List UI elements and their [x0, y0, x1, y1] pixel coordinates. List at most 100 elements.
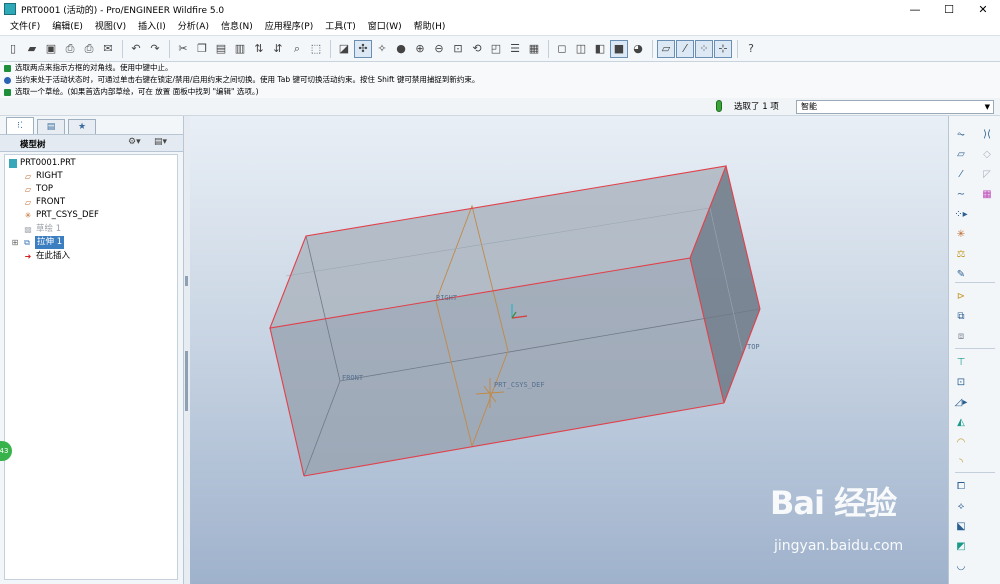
- paste-special-icon[interactable]: ▥: [231, 40, 249, 58]
- find-icon[interactable]: ⌕: [288, 40, 306, 58]
- saved-views-icon[interactable]: ◰: [487, 40, 505, 58]
- analysis-tool-icon[interactable]: ⚖: [953, 246, 969, 262]
- group-tool-icon[interactable]: ⧈: [953, 328, 969, 344]
- datum-points-icon[interactable]: ⁘: [695, 39, 713, 58]
- copy-icon[interactable]: ❐: [193, 40, 211, 58]
- menu-view[interactable]: 视图(V): [89, 18, 132, 36]
- extrude-tool-icon[interactable]: ⊤: [953, 354, 969, 370]
- layers-icon[interactable]: ☰: [506, 40, 524, 58]
- tree-item-part[interactable]: PRT0001.PRT: [9, 157, 76, 170]
- trim-tool-icon[interactable]: ◸: [979, 166, 995, 182]
- hole-tool-icon[interactable]: ◠: [953, 434, 969, 450]
- new-file-icon[interactable]: ▯: [4, 40, 22, 58]
- datum-label-top[interactable]: TOP: [747, 343, 760, 351]
- insert-tool-icon[interactable]: ⊳: [953, 288, 969, 304]
- revolve-tool-icon[interactable]: ⊡: [953, 374, 969, 390]
- datum-label-front[interactable]: FRONT: [342, 374, 364, 382]
- select-box-icon[interactable]: ⬚: [307, 40, 325, 58]
- expand-icon[interactable]: ⊞: [11, 238, 19, 248]
- menu-insert[interactable]: 插入(I): [132, 18, 172, 36]
- message-area: 选取两点来指示方框的对角线。使用中键中止。 当约束处于活动状态时，可通过单击右键…: [0, 62, 1000, 98]
- window-controls: — ☐ ✕: [898, 0, 1000, 18]
- redo-icon[interactable]: ↷: [146, 40, 164, 58]
- tree-item-insert-here[interactable]: ➜ 在此插入: [23, 250, 70, 263]
- send-icon[interactable]: ✉: [99, 40, 117, 58]
- menu-tools[interactable]: 工具(T): [319, 18, 362, 36]
- wireframe-icon[interactable]: ◻: [553, 40, 571, 58]
- tree-item-extrude[interactable]: ⊞ ⧉ 拉伸 1: [11, 236, 65, 249]
- plane-tool-icon[interactable]: ▱: [953, 146, 969, 162]
- tree-item-top[interactable]: ▱ TOP: [23, 183, 53, 196]
- toolbar-divider: [122, 39, 123, 58]
- pattern-tool-icon[interactable]: ▦: [979, 186, 995, 202]
- minimize-button[interactable]: —: [898, 0, 932, 18]
- menu-analysis[interactable]: 分析(A): [172, 18, 215, 36]
- menu-applications[interactable]: 应用程序(P): [259, 18, 319, 36]
- repaint-icon[interactable]: ◪: [335, 40, 353, 58]
- model-tree-header: 模型树 ⚙▾ ▤▾: [0, 134, 183, 152]
- enhanced-realism-icon[interactable]: ◕: [629, 40, 647, 58]
- datum-label-csys[interactable]: PRT_CSYS_DEF: [494, 381, 545, 389]
- axis-tool-icon[interactable]: ⁄: [953, 166, 969, 182]
- selection-filter-dropdown[interactable]: 智能 ▼: [796, 100, 994, 114]
- print-preview-icon[interactable]: ⎙: [80, 40, 98, 58]
- cut-icon[interactable]: ✂: [174, 40, 192, 58]
- extrude-icon: ⧉: [24, 238, 30, 247]
- menu-help[interactable]: 帮助(H): [408, 18, 452, 36]
- datum-label-right[interactable]: RIGHT: [436, 294, 458, 302]
- tab-folder-browser[interactable]: ▤: [37, 119, 65, 134]
- tab-model-tree[interactable]: ⁝⁚: [6, 117, 34, 134]
- no-hidden-icon[interactable]: ◧: [591, 40, 609, 58]
- tree-filters-icon[interactable]: ▤▾: [154, 137, 174, 150]
- coord-sys-icon[interactable]: ⊹: [714, 39, 732, 58]
- tree-item-label: PRT_CSYS_DEF: [36, 210, 99, 220]
- close-button[interactable]: ✕: [966, 0, 1000, 18]
- print-icon[interactable]: ⎙: [61, 40, 79, 58]
- tree-item-sketch[interactable]: ▩ 草绘 1: [23, 223, 61, 236]
- datum-planes-icon[interactable]: ▱: [657, 39, 675, 58]
- paste-icon[interactable]: ▤: [212, 40, 230, 58]
- regenerate-icon[interactable]: ⇅: [250, 40, 268, 58]
- regenerate-manager-icon[interactable]: ⇵: [269, 40, 287, 58]
- spin-center-icon[interactable]: ✣: [354, 39, 372, 58]
- zoom-in-icon[interactable]: ⊕: [411, 40, 429, 58]
- curve-tool-icon[interactable]: ∼: [953, 186, 969, 202]
- tree-item-right[interactable]: ▱ RIGHT: [23, 170, 63, 183]
- tree-settings-icon[interactable]: ⚙▾: [128, 137, 148, 150]
- shading-icon[interactable]: ●: [392, 40, 410, 58]
- view-manager-icon[interactable]: ▦: [525, 40, 543, 58]
- app-icon: [4, 3, 16, 15]
- menu-info[interactable]: 信息(N): [215, 18, 259, 36]
- zoom-out-icon[interactable]: ⊖: [430, 40, 448, 58]
- point-tool-icon[interactable]: ⁘▸: [953, 206, 969, 222]
- menu-window[interactable]: 窗口(W): [362, 18, 408, 36]
- datum-plane-tool-icon[interactable]: ⏦: [953, 126, 969, 142]
- csys-tool-icon[interactable]: ✳: [953, 226, 969, 242]
- open-file-icon[interactable]: ▰: [23, 40, 41, 58]
- menu-edit[interactable]: 编辑(E): [46, 18, 89, 36]
- copy-feature-icon[interactable]: ⧉: [953, 308, 969, 324]
- shading-mode-icon[interactable]: ■: [610, 39, 628, 58]
- mirror-tool-icon[interactable]: ⟩⟨: [979, 126, 995, 142]
- tree-item-csys[interactable]: ✳ PRT_CSYS_DEF: [23, 209, 99, 222]
- context-help-icon[interactable]: ?: [742, 40, 760, 58]
- undo-icon[interactable]: ↶: [127, 40, 145, 58]
- hidden-line-icon[interactable]: ◫: [572, 40, 590, 58]
- reorient-icon[interactable]: ⟲: [468, 40, 486, 58]
- blend-tool-icon[interactable]: ◭: [953, 414, 969, 430]
- menu-file[interactable]: 文件(F): [4, 18, 46, 36]
- watermark-url: jingyan.baidu.com: [774, 538, 904, 554]
- sketch-tool-icon[interactable]: ✎: [953, 266, 969, 282]
- tree-item-front[interactable]: ▱ FRONT: [23, 196, 65, 209]
- merge-tool-icon[interactable]: ◇: [979, 146, 995, 162]
- sweep-tool-icon[interactable]: ◿▸: [953, 394, 969, 410]
- refit-icon[interactable]: ⊡: [449, 40, 467, 58]
- orient-icon[interactable]: ✧: [373, 40, 391, 58]
- main-toolbar: ▯ ▰ ▣ ⎙ ⎙ ✉ ↶ ↷ ✂ ❐ ▤ ▥ ⇅ ⇵ ⌕ ⬚ ◪ ✣ ✧ ● …: [0, 36, 1000, 62]
- splitter-handle[interactable]: [185, 351, 188, 411]
- datum-axes-icon[interactable]: ⁄: [676, 39, 694, 58]
- tab-favorites[interactable]: ★: [68, 119, 96, 134]
- maximize-button[interactable]: ☐: [932, 0, 966, 18]
- save-icon[interactable]: ▣: [42, 40, 60, 58]
- round-tool-icon[interactable]: ◝: [953, 454, 969, 470]
